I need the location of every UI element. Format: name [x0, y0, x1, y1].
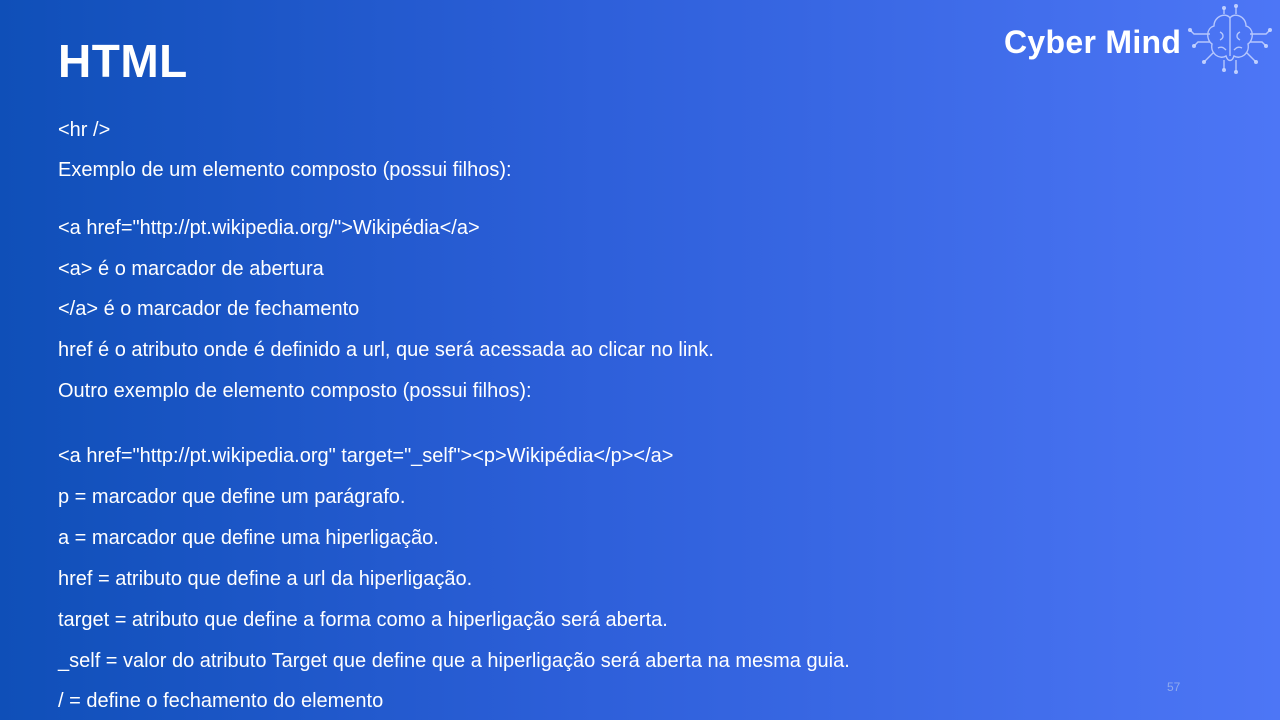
text-line-example-intro: Exemplo de um elemento composto (possui …: [58, 159, 512, 181]
text-line-self-definition: _self = valor do atributo Target que def…: [58, 650, 850, 672]
cyber-mind-logo: Cyber Mind: [1000, 4, 1278, 76]
slide-title: HTML: [58, 35, 188, 87]
text-line-slash-definition: / = define o fechamento do elemento: [58, 690, 384, 712]
text-line-hr-tag: <hr />: [58, 119, 111, 141]
page-number: 57: [1167, 680, 1181, 694]
text-line-target-definition: target = atributo que define a forma com…: [58, 609, 668, 631]
text-line-closing-tag: </a> é o marcador de fechamento: [58, 298, 360, 320]
text-line-nested-example: <a href="http://pt.wikipedia.org" target…: [58, 445, 674, 467]
slide: HTML Cyber Mind <hr /> Exemplo de um ele…: [0, 0, 1280, 720]
text-line-opening-tag: <a> é o marcador de abertura: [58, 258, 324, 280]
logo-text: Cyber Mind: [1004, 24, 1182, 60]
text-line-href-description: href é o atributo onde é definido a url,…: [58, 339, 714, 361]
text-line-href-definition: href = atributo que define a url da hipe…: [58, 568, 473, 590]
brain-circuit-icon: [1188, 4, 1272, 74]
text-line-p-definition: p = marcador que define um parágrafo.: [58, 486, 406, 508]
text-line-anchor-example: <a href="http://pt.wikipedia.org/">Wikip…: [58, 217, 480, 239]
text-line-a-definition: a = marcador que define uma hiperligação…: [58, 527, 439, 549]
text-line-second-example-intro: Outro exemplo de elemento composto (poss…: [58, 380, 532, 402]
